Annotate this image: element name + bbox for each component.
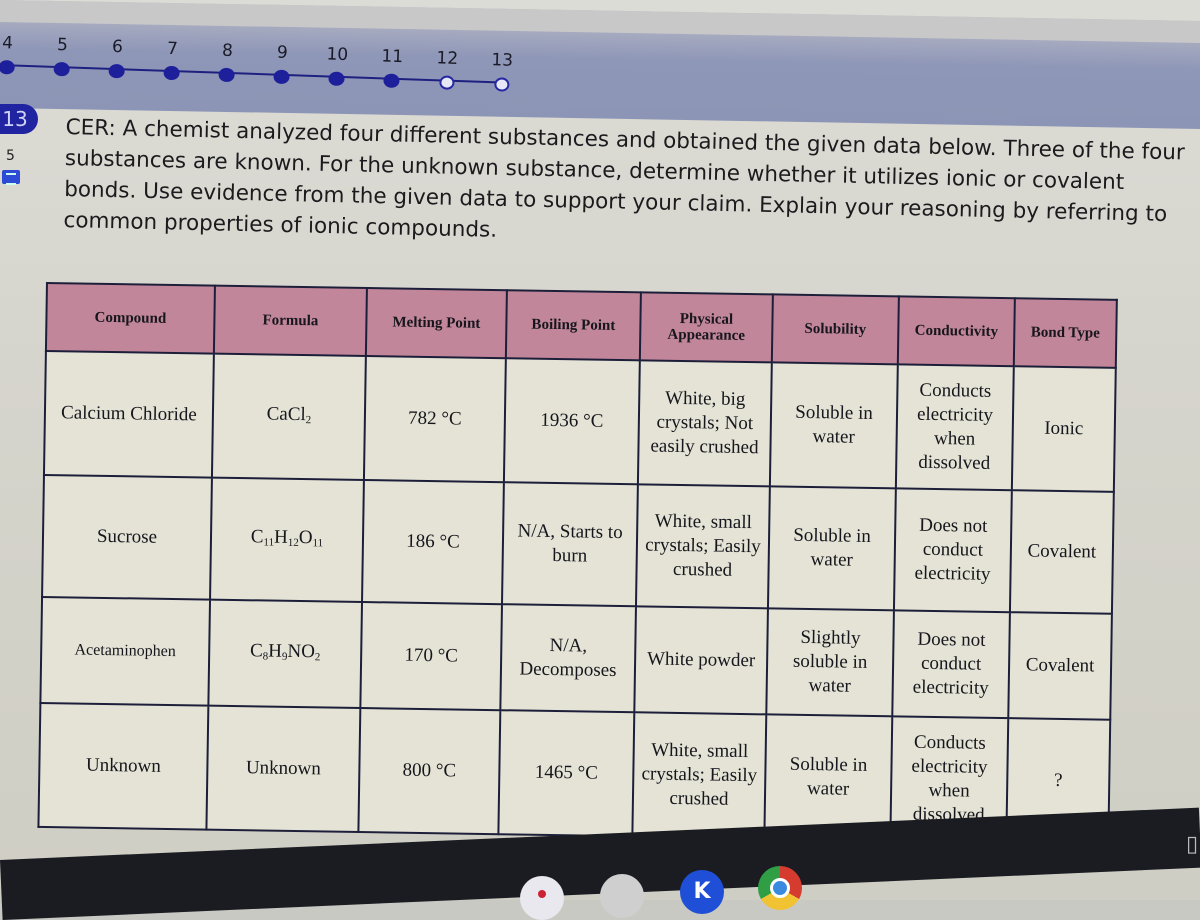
formula-subscript: 12 [287, 536, 299, 549]
boiling-point-cell: 1936 °C [503, 358, 640, 485]
step-number: 12 [436, 48, 459, 69]
step-number: 9 [276, 42, 289, 64]
formula-element: Cl [287, 403, 306, 425]
bond-type-cell: Covalent [1008, 612, 1112, 720]
column-header-solubility: Solubility [771, 294, 899, 365]
camera-app-icon[interactable] [520, 876, 564, 920]
step-completed-dot [218, 67, 235, 83]
step-number: 7 [166, 38, 179, 60]
step-number: 5 [56, 35, 69, 56]
files-app-icon[interactable] [600, 874, 644, 918]
column-header-physical-appearance: Physical Appearance [639, 292, 773, 363]
column-header-boiling-point: Boiling Point [505, 290, 641, 361]
formula-element: O [298, 526, 313, 548]
question-step-4[interactable]: 4 [0, 30, 28, 75]
table-row: Acetaminophen C8H9NO2 170 °C N/A, Decompose… [40, 596, 1112, 720]
boiling-point-cell: N/A, Starts to burn [501, 482, 638, 607]
question-step-10[interactable]: 10 [316, 41, 358, 87]
appearance-cell: White powder [634, 606, 768, 715]
column-header-formula: Formula [213, 285, 367, 357]
compound-cell: Calcium Chloride [43, 351, 214, 478]
step-number: 4 [1, 33, 14, 54]
step-completed-dot [53, 61, 70, 77]
step-number: 8 [221, 40, 234, 62]
formula-subscript: 11 [312, 536, 324, 549]
formula-element: Ca [266, 402, 288, 425]
formula-element: H [273, 526, 289, 548]
boiling-point-cell: N/A, Decomposes [500, 604, 636, 713]
question-step-8[interactable]: 8 [206, 37, 248, 83]
formula-cell: Unknown [206, 705, 361, 832]
step-completed-dot [108, 63, 125, 79]
question-step-5[interactable]: 5 [41, 32, 83, 77]
appearance-cell: White, small crystals; Easily crushed [632, 712, 767, 839]
step-completed-dot [383, 73, 400, 88]
compound-cell: Sucrose [42, 474, 212, 600]
data-table-wrapper: Compound Formula Melting Point Boiling P… [37, 282, 1118, 845]
step-completed-dot [163, 65, 180, 81]
boiling-point-cell: 1465 °C [498, 710, 635, 837]
question-points: 5 [6, 148, 15, 164]
appearance-cell: White, big crystals; Not easily crushed [637, 360, 772, 487]
question-step-11[interactable]: 11 [371, 43, 413, 88]
screen: 4 5 6 7 8 9 10 11 12 13 13 5 CER: A chemist analy… [0, 0, 1200, 920]
screen-edge-icon: ▯ [1186, 832, 1199, 857]
melting-point-cell: 800 °C [358, 707, 501, 835]
table-row: Sucrose C11H12O11 186 °C N/A, Starts to bur… [42, 474, 1114, 614]
question-step-6[interactable]: 6 [96, 33, 138, 79]
column-header-conductivity: Conductivity [897, 296, 1015, 367]
question-prompt: CER: A chemist analyzed four different s… [63, 114, 1186, 243]
question-number-badge: 13 [0, 104, 38, 134]
app-dock: K [520, 866, 820, 920]
conductivity-cell: Does not conduct electricity [893, 488, 1012, 613]
question-step-12[interactable]: 12 [426, 45, 468, 90]
question-step-7[interactable]: 7 [151, 35, 193, 81]
chrome-app-icon[interactable] [758, 866, 802, 910]
step-incomplete-dot [493, 77, 510, 92]
formula-subscript: 11 [263, 535, 275, 549]
formula-element: C [249, 639, 263, 661]
step-number: 6 [111, 36, 124, 58]
formula-subscript: 2 [305, 413, 312, 426]
melting-point-cell: 782 °C [363, 356, 506, 483]
melting-point-cell: 186 °C [362, 480, 504, 605]
column-header-melting-point: Melting Point [365, 288, 507, 359]
appearance-cell: White, small crystals; Easily crushed [635, 484, 770, 609]
formula-element: NO [287, 640, 316, 662]
column-header-bond-type: Bond Type [1013, 298, 1117, 368]
kahoot-app-icon[interactable]: K [680, 870, 724, 914]
formula-cell: C11H12O11 [210, 477, 364, 603]
solubility-cell: Soluble in water [767, 486, 896, 611]
conductivity-cell: Does not conduct electricity [892, 610, 1010, 719]
formula-cell: CaCl2 [211, 353, 366, 481]
comment-icon[interactable] [2, 170, 20, 185]
step-number: 10 [326, 44, 349, 66]
substance-data-table: Compound Formula Melting Point Boiling P… [37, 282, 1118, 845]
step-completed-dot [0, 59, 15, 75]
bond-type-cell: Ionic [1011, 366, 1116, 492]
solubility-cell: Soluble in water [769, 362, 898, 489]
question-step-9[interactable]: 9 [261, 39, 303, 85]
step-number: 11 [381, 46, 404, 68]
step-number: 13 [491, 50, 514, 71]
solubility-cell: Slightly soluble in water [766, 608, 894, 717]
compound-cell: Unknown [38, 702, 209, 830]
step-completed-dot [273, 69, 290, 85]
step-incomplete-dot [438, 75, 455, 90]
table-row: Calcium Chloride CaCl2 782 °C 1936 °C White,… [43, 351, 1116, 492]
step-completed-dot [328, 71, 345, 87]
bond-type-cell: Covalent [1009, 490, 1114, 614]
melting-point-cell: 170 °C [360, 602, 502, 711]
formula-element: H [268, 640, 283, 662]
formula-cell: C8H9NO2 [208, 599, 363, 708]
formula-subscript: 2 [314, 650, 321, 663]
formula-element: C [250, 525, 264, 547]
question-step-13[interactable]: 13 [481, 47, 523, 92]
compound-cell: Acetaminophen [40, 596, 211, 706]
column-header-compound: Compound [45, 283, 215, 354]
conductivity-cell: Conducts electricity when dissolved [895, 364, 1014, 491]
